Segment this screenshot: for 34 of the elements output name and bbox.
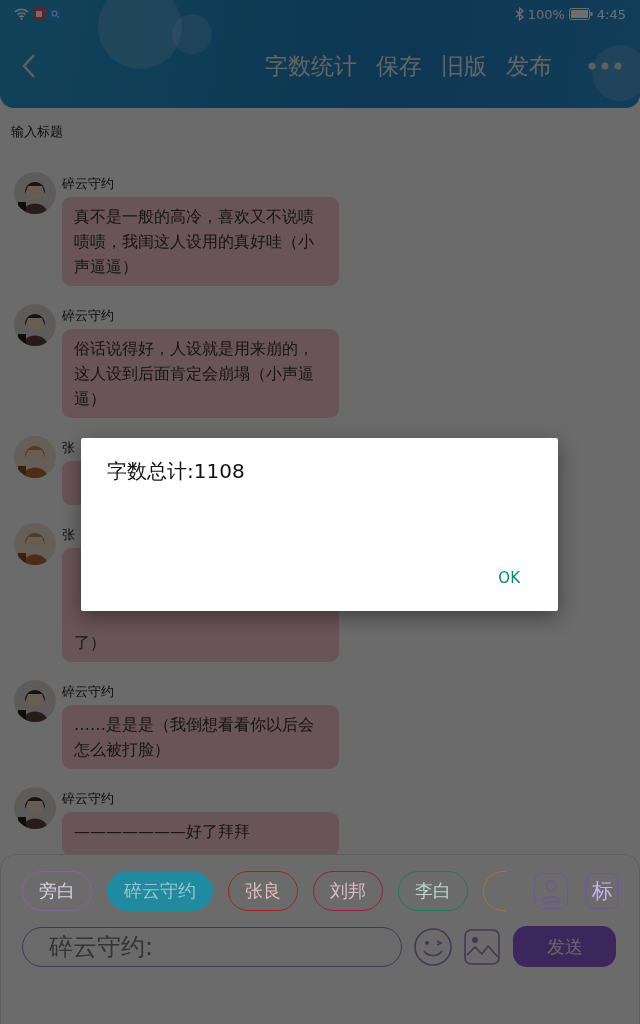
bluetooth-icon [514,7,524,21]
message-bubble: 真不是一般的高冷，喜欢又不说啧啧啧，我闺这人设用的真好哇（小声逼逼） [62,197,339,286]
send-button[interactable]: 发送 [513,926,616,967]
emoji-icon[interactable] [413,926,453,967]
title-field[interactable]: 输入标题 [11,123,211,139]
toolbar-action[interactable]: 字数统计 [265,50,357,82]
wifi-icon [14,8,29,20]
speaker-name: 碎云守约 [62,307,114,325]
speaker-name: 碎云守约 [62,683,114,701]
message-bubble: ———————好了拜拜 [62,812,339,854]
app-icon [33,8,45,20]
speaker-name: 碎云守约 [62,175,114,193]
battery-icon [568,8,593,20]
back-icon[interactable] [22,53,36,79]
ok-button[interactable]: OK [496,565,522,591]
toolbar-action[interactable]: 旧版 [441,50,487,82]
role-chip[interactable]: 碎云守约 [107,871,213,911]
message-field[interactable]: 碎云守约: [22,926,402,967]
speaker-name: 碎云守约 [62,790,114,808]
search-icon [49,8,61,20]
speaker-name: 张 [62,439,75,457]
toolbar-action[interactable]: 保存 [376,50,422,82]
person-icon [538,878,563,904]
image-icon[interactable] [464,928,500,965]
toolbar-action[interactable]: 发布 [506,50,552,82]
role-button[interactable] [534,873,568,909]
clock: 4:45 [596,6,626,22]
message-bubble: 俗话说得好，人设就是用来崩的，这人设到后面肯定会崩塌（小声逼逼） [62,329,339,418]
more-icon[interactable] [588,62,622,70]
battery-percent: 100% [527,6,565,22]
speaker-name: 张 [62,526,75,544]
tag-button[interactable]: 标 [585,873,619,909]
dialog-message: 字数总计:1108 [107,458,245,485]
message-bubble: ……是是是（我倒想看看你以后会怎么被打脸） [62,705,339,769]
